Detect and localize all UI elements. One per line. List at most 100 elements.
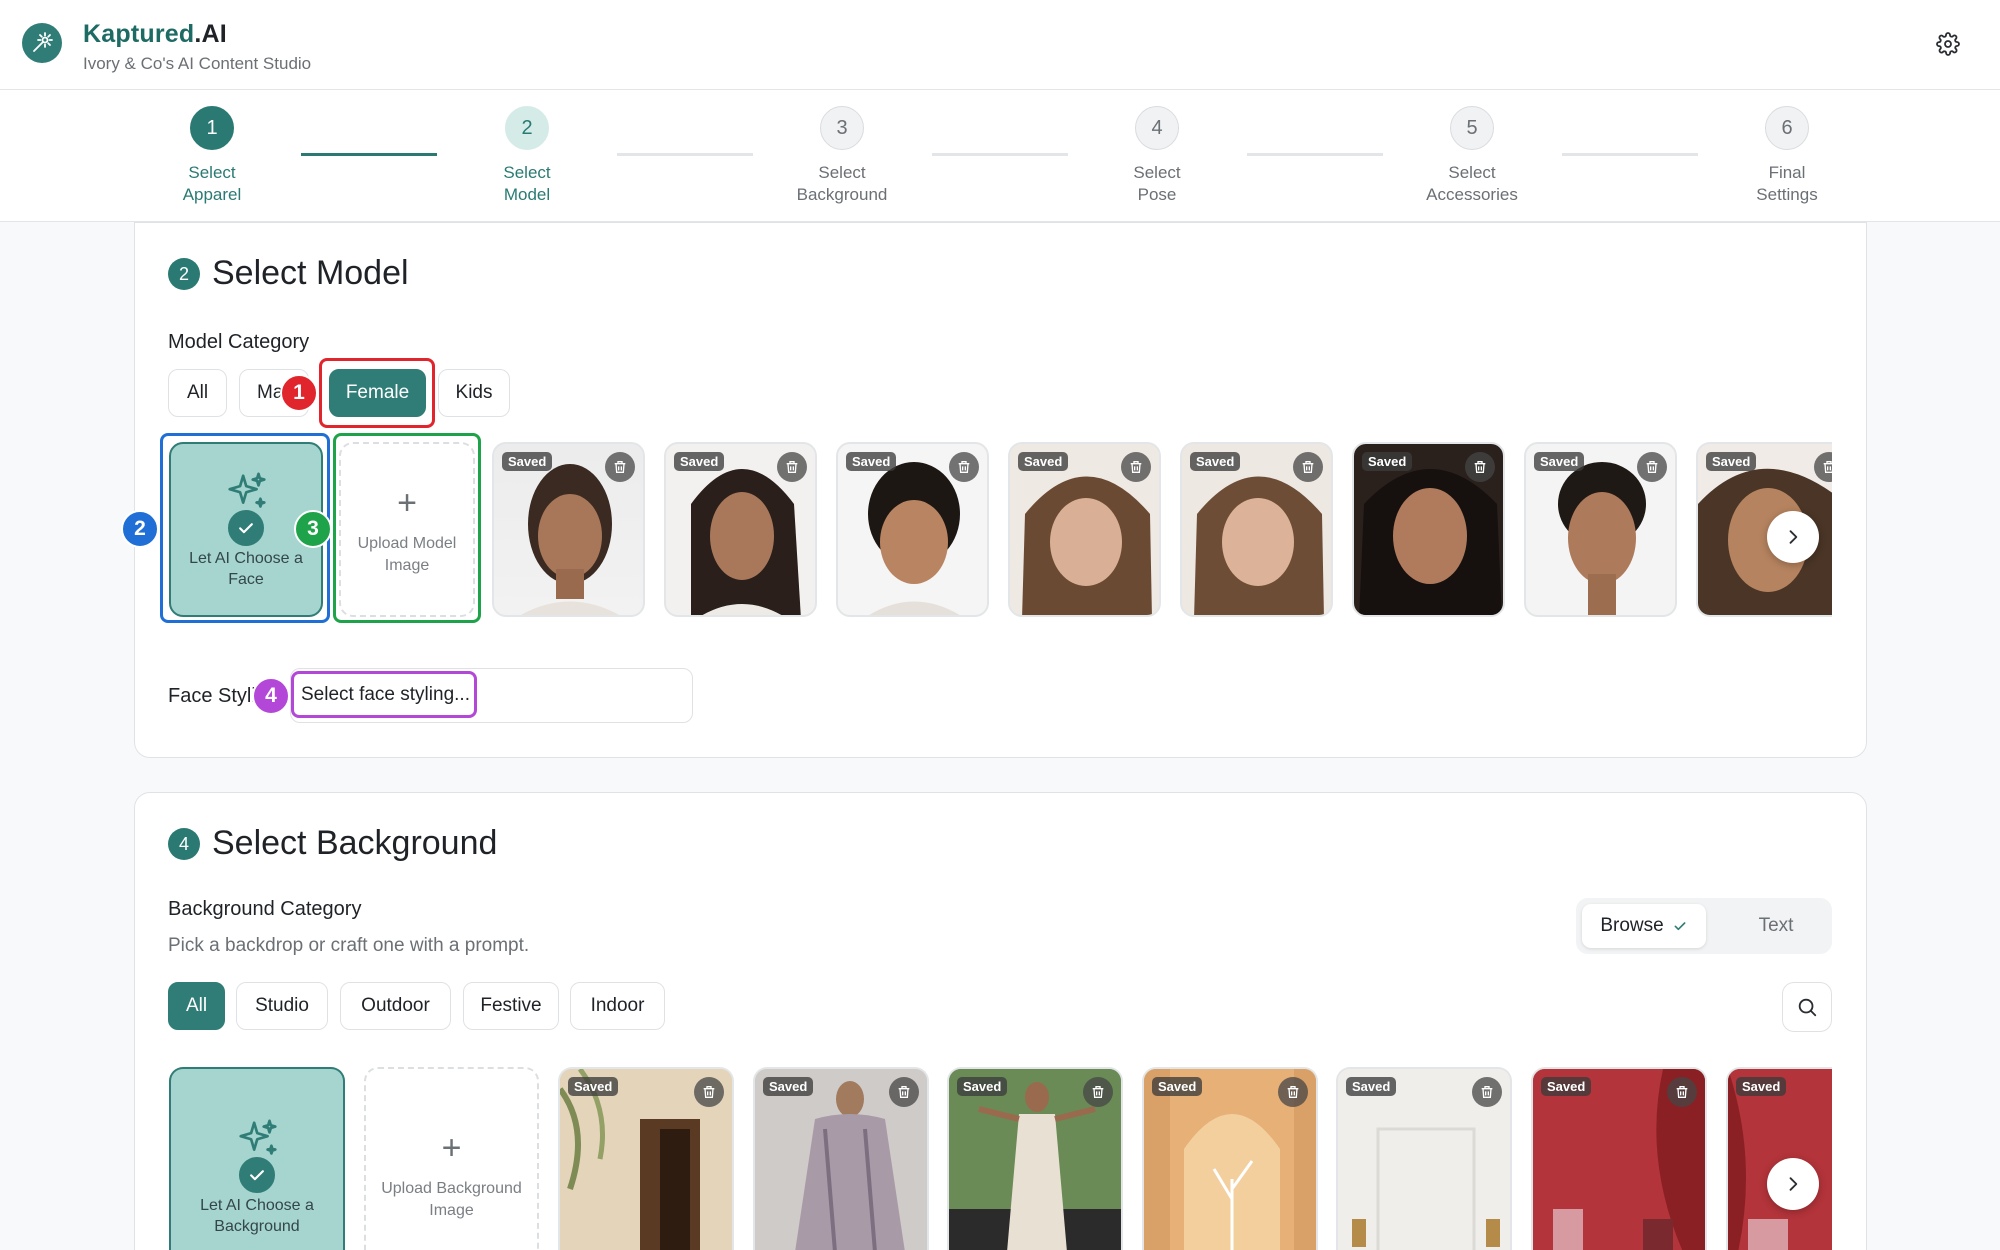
upload-background-tile[interactable]: + Upload Background Image <box>364 1067 539 1250</box>
saved-background-thumbnail[interactable]: Saved <box>1142 1067 1318 1250</box>
category-pill-all[interactable]: All <box>168 369 227 417</box>
annotation-box-female <box>319 358 435 428</box>
trash-icon[interactable] <box>1083 1077 1113 1107</box>
step-number: 2 <box>505 106 549 150</box>
upload-tile-label: Upload Background Image <box>381 1180 522 1219</box>
step-label: Select Model <box>503 163 551 204</box>
saved-badge: Saved <box>1018 452 1069 471</box>
saved-model-thumbnail[interactable]: Saved <box>1524 442 1677 617</box>
saved-badge: Saved <box>1346 1077 1397 1096</box>
saved-background-thumbnail[interactable]: Saved <box>947 1067 1123 1250</box>
chevron-right-icon[interactable] <box>1767 1158 1819 1210</box>
search-icon[interactable] <box>1782 982 1832 1032</box>
saved-model-thumbnail[interactable]: Saved <box>1180 442 1333 617</box>
step-select-background[interactable]: 3 Select Background <box>762 106 922 206</box>
annotation-box-face-styling <box>291 671 477 718</box>
trash-icon[interactable] <box>1667 1077 1697 1107</box>
trash-icon[interactable] <box>1278 1077 1308 1107</box>
toggle-text[interactable]: Text <box>1726 904 1826 948</box>
trash-icon[interactable] <box>605 452 635 482</box>
annotation-badge-1: 1 <box>280 374 318 412</box>
background-category-label: Background Category <box>168 898 362 920</box>
saved-badge: Saved <box>568 1077 619 1096</box>
bg-category-pill-festive[interactable]: Festive <box>463 982 559 1030</box>
step-label: Select Background <box>796 163 888 204</box>
section-title: Select Background <box>212 824 498 862</box>
step-connector <box>1562 153 1698 156</box>
step-connector <box>1247 153 1383 156</box>
step-connector <box>617 153 753 156</box>
saved-badge: Saved <box>846 452 897 471</box>
saved-badge: Saved <box>1736 1077 1787 1096</box>
face-styling-label: Face Styli <box>168 685 256 707</box>
trash-icon[interactable] <box>1293 452 1323 482</box>
saved-background-thumbnail[interactable]: Saved <box>558 1067 734 1250</box>
saved-model-thumbnail[interactable]: Saved <box>492 442 645 617</box>
saved-background-thumbnail[interactable]: Saved <box>1531 1067 1707 1250</box>
annotation-box-upload <box>333 433 481 623</box>
browse-text-toggle: Browse Text <box>1576 898 1832 954</box>
step-number: 6 <box>1765 106 1809 150</box>
ai-tile-label: Let AI Choose a Background <box>200 1197 314 1235</box>
saved-model-thumbnail[interactable]: Saved <box>1352 442 1505 617</box>
toggle-browse[interactable]: Browse <box>1582 904 1706 948</box>
check-icon <box>1674 922 1686 931</box>
step-final-settings[interactable]: 6 Final Settings <box>1707 106 1867 206</box>
app-header: Kaptured.AI Ivory & Co's AI Content Stud… <box>0 0 2000 90</box>
bg-category-pill-indoor[interactable]: Indoor <box>570 982 665 1030</box>
bg-category-pill-all[interactable]: All <box>168 982 225 1030</box>
step-connector <box>932 153 1068 156</box>
saved-badge: Saved <box>1190 452 1241 471</box>
step-select-accessories[interactable]: 5 Select Accessories <box>1392 106 1552 206</box>
trash-icon[interactable] <box>1637 452 1667 482</box>
saved-badge: Saved <box>674 452 725 471</box>
brand-tagline: Ivory & Co's AI Content Studio <box>83 54 312 73</box>
step-select-model[interactable]: 2 Select Model <box>447 106 607 206</box>
wizard-stepper: 1 Select Apparel 2 Select Model 3 Select Ba… <box>0 90 2000 222</box>
category-pill-kids[interactable]: Kids <box>438 369 510 417</box>
step-number: 3 <box>820 106 864 150</box>
bg-category-pill-studio[interactable]: Studio <box>236 982 328 1030</box>
saved-background-thumbnail[interactable]: Saved <box>1726 1067 1832 1250</box>
background-image <box>1728 1069 1832 1250</box>
step-number: 5 <box>1450 106 1494 150</box>
step-connector <box>301 153 437 156</box>
saved-model-thumbnail[interactable]: Saved <box>1008 442 1161 617</box>
saved-model-thumbnail[interactable]: Saved <box>664 442 817 617</box>
section-number: 2 <box>168 258 200 290</box>
annotation-badge-3: 3 <box>294 510 332 548</box>
trash-icon[interactable] <box>1465 452 1495 482</box>
saved-background-thumbnail[interactable]: Saved <box>1336 1067 1512 1250</box>
saved-badge: Saved <box>1534 452 1585 471</box>
brand-name[interactable]: Kaptured.AI <box>83 20 227 49</box>
annotation-badge-2: 2 <box>121 510 159 548</box>
step-number: 4 <box>1135 106 1179 150</box>
step-select-pose[interactable]: 4 Select Pose <box>1077 106 1237 206</box>
gear-icon[interactable] <box>1936 32 1960 56</box>
saved-background-thumbnail[interactable]: Saved <box>753 1067 929 1250</box>
step-label: Select Pose <box>1133 163 1181 204</box>
check-icon <box>237 1155 277 1195</box>
step-select-apparel[interactable]: 1 Select Apparel <box>132 106 292 206</box>
model-category-label: Model Category <box>168 331 310 353</box>
annotation-badge-4: 4 <box>252 677 290 715</box>
wand-sparkle-icon[interactable] <box>22 23 62 63</box>
ai-choose-background-tile[interactable]: Let AI Choose a Background <box>169 1067 345 1250</box>
background-hint: Pick a backdrop or craft one with a prom… <box>168 935 530 956</box>
step-label: Select Apparel <box>182 163 242 204</box>
trash-icon[interactable] <box>1121 452 1151 482</box>
bg-category-pill-outdoor[interactable]: Outdoor <box>340 982 451 1030</box>
plus-icon: + <box>441 1129 462 1167</box>
step-label: Final Settings <box>1756 163 1818 204</box>
saved-model-thumbnail[interactable]: Saved <box>836 442 989 617</box>
saved-badge: Saved <box>1541 1077 1592 1096</box>
trash-icon[interactable] <box>777 452 807 482</box>
saved-badge: Saved <box>957 1077 1008 1096</box>
trash-icon[interactable] <box>694 1077 724 1107</box>
chevron-right-icon[interactable] <box>1767 511 1819 563</box>
trash-icon[interactable] <box>1472 1077 1502 1107</box>
saved-badge: Saved <box>763 1077 814 1096</box>
trash-icon[interactable] <box>949 452 979 482</box>
trash-icon[interactable] <box>889 1077 919 1107</box>
saved-badge: Saved <box>1706 452 1757 471</box>
